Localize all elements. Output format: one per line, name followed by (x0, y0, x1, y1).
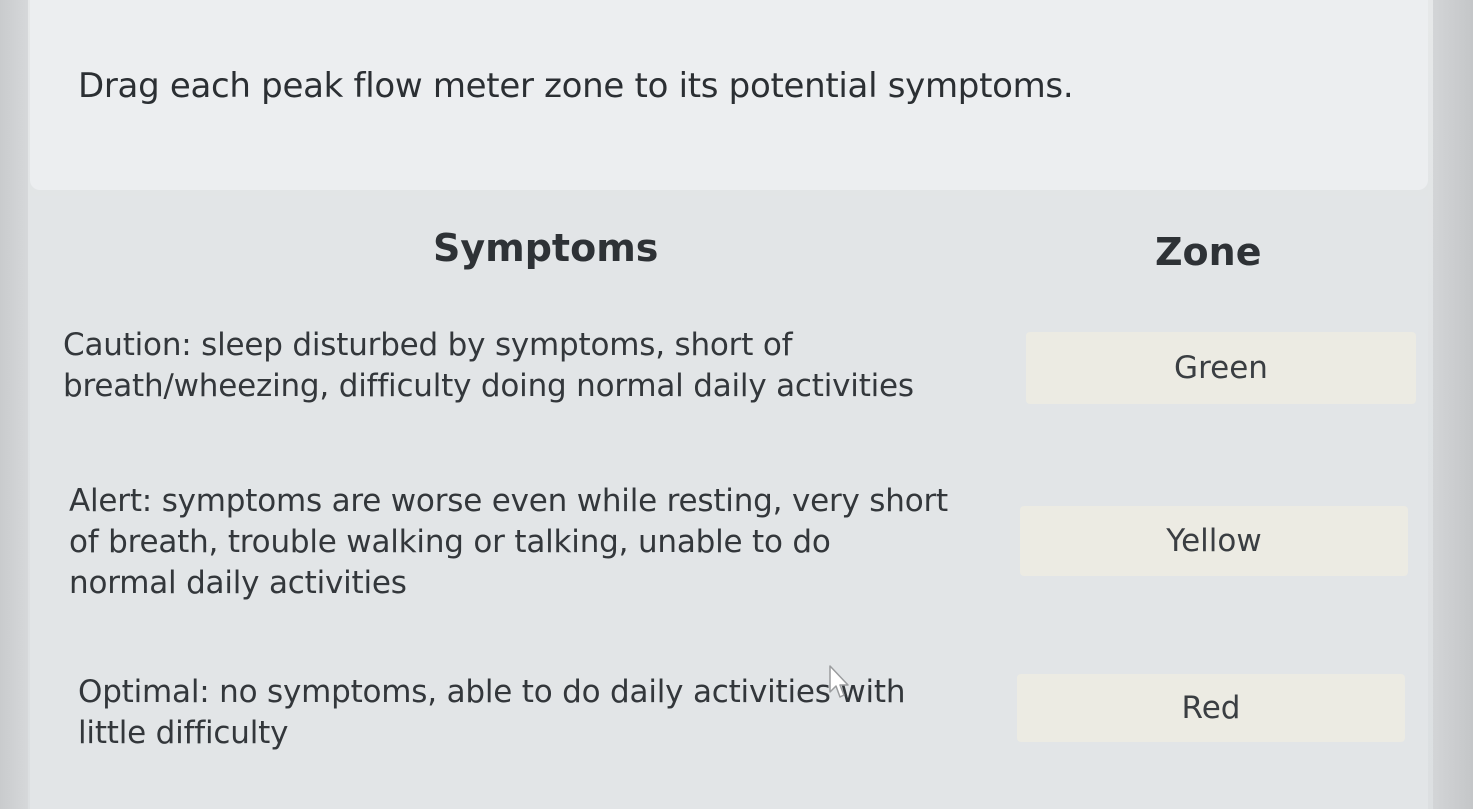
symptom-line: normal daily activities (69, 565, 407, 601)
symptom-line: Alert: symptoms are worse even while res… (69, 483, 948, 519)
symptom-line: breath/wheezing, difficulty doing normal… (63, 368, 914, 404)
left-bezel (0, 0, 28, 809)
scrollbar-track[interactable] (1433, 0, 1473, 809)
zone-column-header: Zone (1155, 230, 1262, 274)
symptoms-column-header: Symptoms (433, 226, 659, 270)
question-prompt: Drag each peak flow meter zone to its po… (78, 66, 1074, 106)
symptom-item-caution: Caution: sleep disturbed by symptoms, sh… (63, 325, 1003, 407)
screen: Drag each peak flow meter zone to its po… (0, 0, 1473, 809)
zone-draggable-red[interactable]: Red (1017, 674, 1405, 742)
symptom-line: little difficulty (78, 715, 289, 751)
zone-draggable-green[interactable]: Green (1026, 332, 1416, 404)
symptom-line: of breath, trouble walking or talking, u… (69, 524, 831, 560)
symptom-item-alert: Alert: symptoms are worse even while res… (69, 481, 1009, 604)
symptom-line: Caution: sleep disturbed by symptoms, sh… (63, 327, 793, 363)
mouse-pointer-icon (829, 665, 849, 698)
zone-draggable-yellow[interactable]: Yellow (1020, 506, 1408, 576)
